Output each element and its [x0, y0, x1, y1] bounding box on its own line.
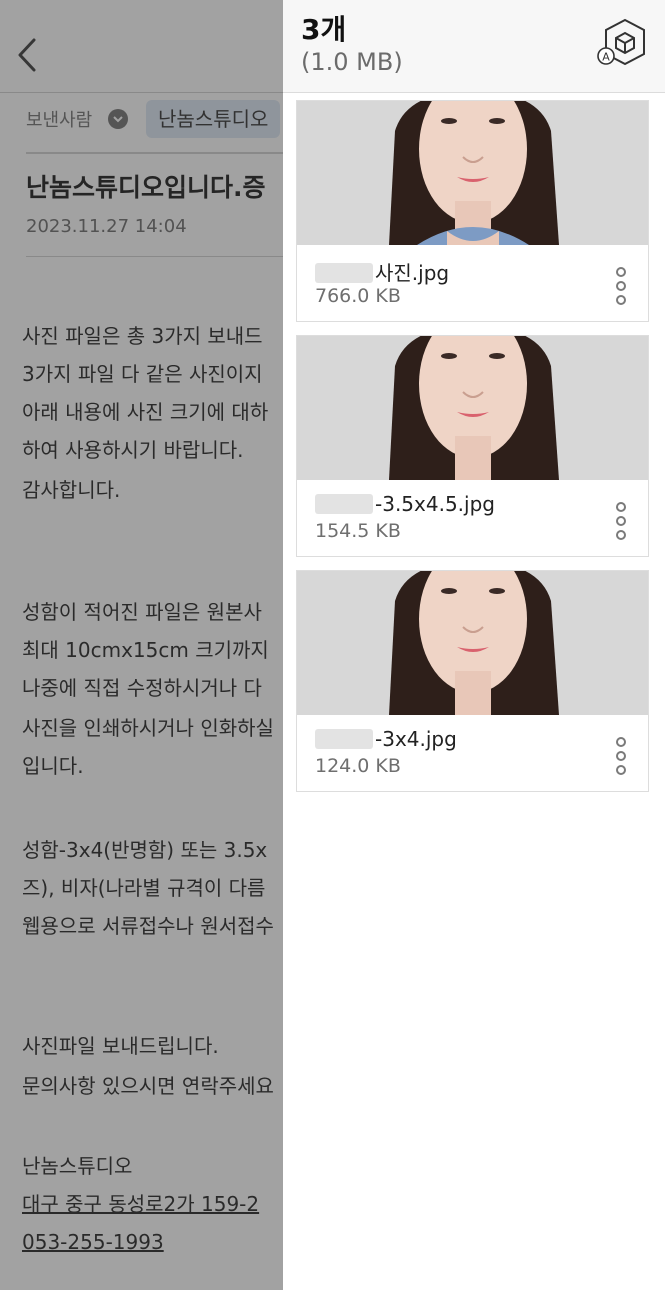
attachment-card[interactable]: -3.5x4.5.jpg 154.5 KB: [296, 335, 649, 557]
photo-thumbnail[interactable]: [297, 571, 648, 715]
attachment-count: 3개: [301, 13, 347, 46]
more-options-icon[interactable]: [609, 500, 633, 544]
attachment-total-size: (1.0 MB): [301, 48, 403, 76]
attachment-card[interactable]: 사진.jpg 766.0 KB: [296, 100, 649, 322]
attachment-card[interactable]: -3x4.jpg 124.0 KB: [296, 570, 649, 792]
redacted-name: [315, 729, 373, 749]
redacted-name: [315, 263, 373, 283]
file-name: 사진.jpg: [315, 257, 449, 286]
photo-thumbnail[interactable]: [297, 101, 648, 245]
more-options-icon[interactable]: [609, 265, 633, 309]
screen: 보낸사람 난놈스튜디오 난놈스튜디오입니다.증 2023.11.27 14:04…: [0, 0, 665, 1290]
file-name: -3x4.jpg: [315, 727, 457, 751]
file-name-text: -3.5x4.5.jpg: [375, 492, 495, 516]
redacted-name: [315, 494, 373, 514]
photo-thumbnail[interactable]: [297, 336, 648, 480]
more-options-icon[interactable]: [609, 735, 633, 779]
file-size: 766.0 KB: [315, 285, 401, 307]
svg-text:A: A: [602, 51, 610, 64]
drawer-header: 3개 (1.0 MB) A: [283, 0, 665, 93]
file-name: -3.5x4.5.jpg: [315, 492, 495, 516]
attachment-drawer: 3개 (1.0 MB) A 사진.jpg 766.0 KB -3.5x4.5.j…: [283, 0, 665, 1290]
ar-cube-icon[interactable]: A: [595, 16, 655, 72]
file-size: 154.5 KB: [315, 520, 401, 542]
file-name-text: -3x4.jpg: [375, 727, 457, 751]
file-name-text: 사진.jpg: [375, 261, 450, 285]
file-size: 124.0 KB: [315, 755, 401, 777]
